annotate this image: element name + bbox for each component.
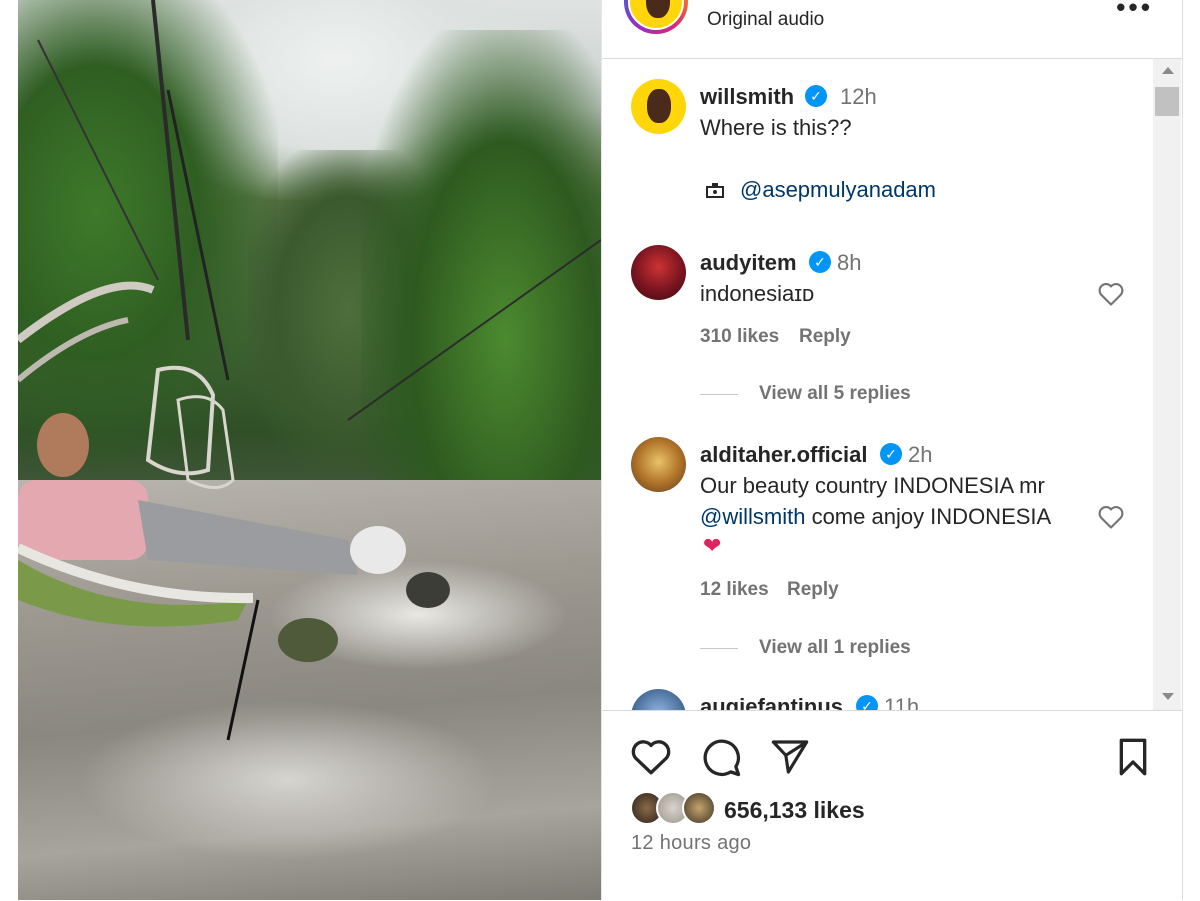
post-header: Original audio • • •: [602, 0, 1182, 59]
scroll-down-arrow-icon[interactable]: [1162, 693, 1174, 700]
more-options-icon[interactable]: • • •: [1116, 0, 1150, 20]
comment-username[interactable]: augiefantinus: [700, 694, 843, 710]
author-avatar[interactable]: [624, 0, 688, 34]
comments-scrollbar[interactable]: [1153, 59, 1181, 710]
comment-username[interactable]: audyitem: [700, 250, 797, 276]
comment-like-heart-icon[interactable]: [1097, 281, 1125, 307]
comment-likes-count[interactable]: 310 likes: [700, 326, 779, 348]
post-actions-footer: 656,133 likes 12 hours ago: [602, 710, 1182, 901]
replies-divider: [700, 648, 738, 649]
post-video[interactable]: [18, 0, 601, 900]
post-timestamp[interactable]: 12 hours ago: [631, 832, 751, 855]
liked-by-avatars[interactable]: [630, 791, 720, 827]
verified-badge-icon: ✓: [809, 251, 831, 273]
avatar[interactable]: [631, 437, 686, 492]
comment-text-line: @willsmith come anjoy INDONESIA: [700, 501, 1051, 532]
avatar: [682, 791, 716, 825]
avatar[interactable]: [631, 689, 686, 710]
comment-likes-count[interactable]: 12 likes: [700, 579, 769, 601]
comment-text: Where is this??: [700, 115, 852, 140]
red-heart-emoji: ❤: [703, 533, 722, 558]
replies-divider: [700, 394, 738, 395]
comment-time[interactable]: 11h: [884, 694, 919, 710]
comment-time[interactable]: 12h: [840, 84, 877, 110]
scroll-thumb[interactable]: [1155, 87, 1179, 116]
comment-username[interactable]: willsmith: [700, 84, 794, 110]
comment-text: indonesiaɪᴅ: [700, 281, 815, 306]
verified-badge-icon: ✓: [856, 695, 878, 710]
avatar[interactable]: [631, 245, 686, 300]
video-scene: [18, 0, 601, 741]
reply-button[interactable]: Reply: [799, 326, 851, 348]
comment-text-rest: come anjoy INDONESIA: [805, 504, 1052, 529]
audio-label[interactable]: Original audio: [707, 9, 824, 31]
likes-count[interactable]: 656,133 likes: [724, 797, 865, 824]
verified-badge-icon: ✓: [880, 443, 902, 465]
comment-time[interactable]: 8h: [837, 250, 861, 276]
heart-icon[interactable]: [630, 737, 672, 777]
comments-list: willsmith ✓ 12h Where is this?? @asepmul…: [602, 59, 1153, 710]
view-replies-button[interactable]: View all 1 replies: [759, 637, 911, 659]
tagged-user-link[interactable]: @asepmulyanadam: [740, 174, 936, 205]
avatar[interactable]: [631, 79, 686, 134]
comment-like-heart-icon[interactable]: [1097, 504, 1125, 530]
mention-link[interactable]: @willsmith: [700, 504, 805, 529]
post-side-panel: Original audio • • • willsmith ✓ 12h Whe…: [601, 0, 1183, 900]
scroll-up-arrow-icon[interactable]: [1162, 67, 1174, 74]
reply-button[interactable]: Reply: [787, 579, 839, 601]
bookmark-icon[interactable]: [1114, 737, 1152, 777]
send-icon[interactable]: [770, 737, 810, 777]
tag-icon: [706, 183, 724, 198]
view-replies-button[interactable]: View all 5 replies: [759, 383, 911, 405]
comment-time[interactable]: 2h: [908, 442, 932, 468]
comment-icon[interactable]: [700, 736, 742, 778]
comment-text: Our beauty country INDONESIA mr: [700, 473, 1045, 498]
verified-badge-icon: ✓: [805, 85, 827, 107]
comment-username[interactable]: alditaher.official: [700, 442, 868, 468]
